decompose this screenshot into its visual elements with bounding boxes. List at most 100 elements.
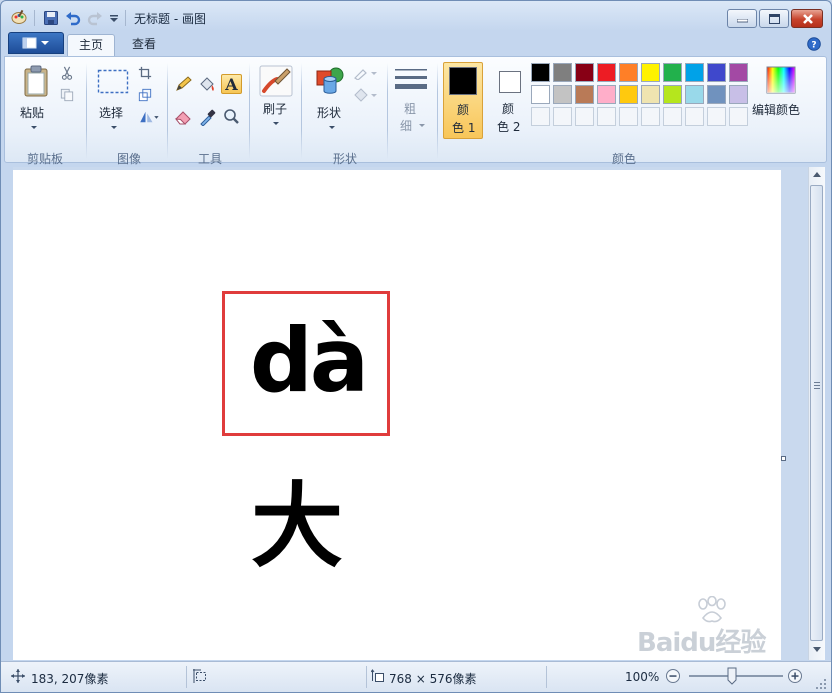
- svg-text:?: ?: [811, 41, 816, 51]
- crop-icon[interactable]: [137, 65, 153, 81]
- palette-custom-slot[interactable]: [553, 107, 572, 126]
- copy-icon[interactable]: [59, 87, 75, 103]
- palette-swatch[interactable]: [575, 85, 594, 104]
- color-picker-button[interactable]: [197, 107, 218, 127]
- palette-custom-slot[interactable]: [729, 107, 748, 126]
- palette-swatch[interactable]: [597, 63, 616, 82]
- ribbon-separator: [167, 63, 168, 159]
- palette-swatch[interactable]: [531, 63, 550, 82]
- paste-button[interactable]: 粘贴: [15, 63, 53, 143]
- scroll-down-icon[interactable]: [813, 647, 821, 653]
- customize-dropdown-icon[interactable]: [109, 15, 119, 23]
- palette-swatch[interactable]: [685, 85, 704, 104]
- resize-icon[interactable]: [137, 87, 153, 103]
- tab-home[interactable]: 主页: [67, 34, 115, 57]
- maximize-button[interactable]: [759, 9, 789, 28]
- selection-size-icon: [193, 669, 206, 683]
- palette-swatch[interactable]: [663, 63, 682, 82]
- palette-swatch[interactable]: [663, 85, 682, 104]
- brushes-label: 刷子: [263, 102, 288, 116]
- image-group-label: 图像: [117, 152, 142, 166]
- palette-swatch[interactable]: [641, 63, 660, 82]
- palette-custom-slot[interactable]: [663, 107, 682, 126]
- color1-label-line1: 颜: [457, 103, 470, 117]
- maximize-icon: [769, 14, 780, 24]
- close-button[interactable]: [791, 9, 823, 28]
- ribbon-separator: [249, 63, 250, 159]
- text-button[interactable]: A: [221, 74, 242, 94]
- help-icon[interactable]: ?: [807, 37, 821, 51]
- palette-swatch[interactable]: [553, 63, 572, 82]
- scroll-grip: [814, 382, 820, 383]
- color2-button[interactable]: 颜 色 2: [489, 62, 529, 139]
- palette-swatch[interactable]: [685, 63, 704, 82]
- pencil-button[interactable]: [173, 74, 194, 94]
- cut-icon[interactable]: [59, 65, 75, 81]
- scroll-up-icon[interactable]: [813, 171, 821, 177]
- zoom-slider-icon[interactable]: [727, 667, 737, 685]
- status-separator: [546, 666, 547, 688]
- minimize-button[interactable]: [727, 9, 757, 28]
- palette-swatch[interactable]: [531, 85, 550, 104]
- tab-view[interactable]: 查看: [121, 34, 167, 57]
- watermark-text: Baidu经验: [637, 628, 766, 658]
- shape-fill-icon[interactable]: [353, 88, 379, 102]
- paint-app-icon[interactable]: [11, 9, 27, 25]
- palette-custom-slot[interactable]: [685, 107, 704, 126]
- image-group: 选择 图像: [89, 59, 165, 166]
- palette-swatch[interactable]: [707, 63, 726, 82]
- color2-label-line1: 颜: [502, 102, 515, 116]
- pencil-icon: [176, 76, 192, 91]
- edit-colors-button[interactable]: 编辑颜色: [751, 64, 817, 120]
- palette-swatch[interactable]: [729, 85, 748, 104]
- eraser-button[interactable]: [173, 107, 194, 127]
- palette-custom-slot[interactable]: [707, 107, 726, 126]
- magnifier-button[interactable]: [221, 107, 242, 127]
- palette-swatch[interactable]: [575, 63, 594, 82]
- baidu-paw-icon: [698, 596, 726, 623]
- redo-icon[interactable]: [87, 10, 103, 26]
- resize-grip-icon[interactable]: [815, 678, 827, 690]
- drawing-canvas[interactable]: dà 大 Baidu经验: [13, 170, 781, 660]
- cursor-position: 183, 207像素: [31, 672, 109, 686]
- palette-custom-slot[interactable]: [575, 107, 594, 126]
- shapes-group: 形状 形状: [305, 59, 385, 166]
- palette-swatch[interactable]: [707, 85, 726, 104]
- ribbon: 粘贴 剪贴板 选择 图像 A 工具 刷子 形状 形状 粗 细 颜 色 1 颜 色…: [4, 56, 827, 166]
- fill-button[interactable]: [197, 74, 218, 94]
- color1-label-line2: 色 1: [452, 121, 476, 135]
- undo-icon[interactable]: [65, 10, 81, 26]
- select-icon: [97, 69, 129, 94]
- eraser-icon: [174, 111, 191, 125]
- palette-swatch[interactable]: [553, 85, 572, 104]
- select-dropdown-caret: [111, 126, 117, 129]
- size-button[interactable]: 粗 细: [391, 63, 431, 143]
- color1-button[interactable]: 颜 色 1: [443, 62, 483, 139]
- palette-swatch[interactable]: [619, 63, 638, 82]
- zoom-in-icon[interactable]: [787, 668, 803, 684]
- select-button[interactable]: 选择: [93, 63, 131, 143]
- scroll-thumb[interactable]: [810, 185, 823, 641]
- brushes-button[interactable]: 刷子: [255, 63, 297, 143]
- palette-custom-slot[interactable]: [641, 107, 660, 126]
- palette-swatch[interactable]: [597, 85, 616, 104]
- palette-custom-slot[interactable]: [531, 107, 550, 126]
- palette-custom-slot[interactable]: [597, 107, 616, 126]
- select-label: 选择: [99, 106, 124, 120]
- palette-swatch[interactable]: [641, 85, 660, 104]
- ribbon-separator: [301, 63, 302, 159]
- zoom-out-icon[interactable]: [665, 668, 681, 684]
- palette-swatch[interactable]: [619, 85, 638, 104]
- outline-icon[interactable]: [353, 66, 379, 80]
- shapes-button[interactable]: 形状: [309, 63, 349, 143]
- palette-custom-slot[interactable]: [619, 107, 638, 126]
- color-picker-icon: [200, 109, 216, 127]
- canvas-resize-handle[interactable]: [781, 456, 786, 461]
- save-icon[interactable]: [43, 10, 59, 26]
- watermark: Baidu经验: [637, 596, 779, 658]
- rotate-icon[interactable]: [137, 109, 161, 125]
- palette-swatch[interactable]: [729, 63, 748, 82]
- file-menu-button[interactable]: [8, 32, 64, 54]
- color2-label-line2: 色 2: [497, 120, 521, 134]
- vertical-scrollbar[interactable]: [808, 167, 825, 660]
